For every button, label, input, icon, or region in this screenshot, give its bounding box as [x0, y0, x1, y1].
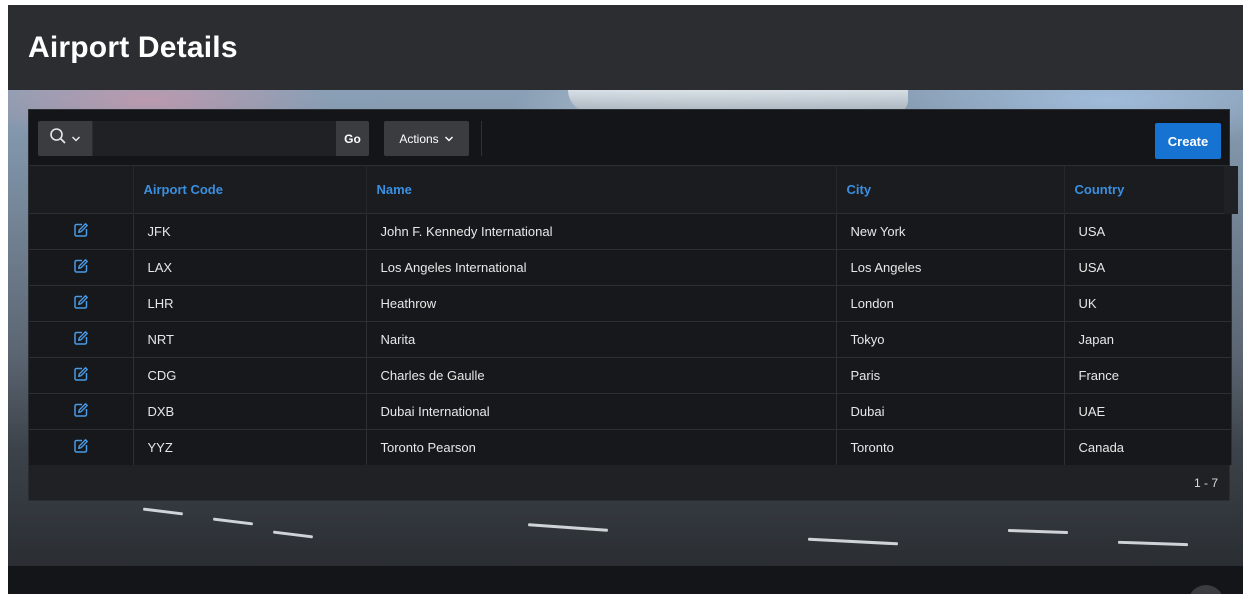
- cell-country: USA: [1064, 212, 1232, 249]
- cell-country: Japan: [1064, 320, 1232, 357]
- cell-city: Los Angeles: [836, 248, 1065, 285]
- actions-label: Actions: [399, 131, 439, 146]
- chevron-down-icon: [444, 132, 454, 146]
- create-button[interactable]: Create: [1155, 123, 1221, 159]
- page-title: Airport Details: [28, 31, 238, 64]
- edit-cell: [29, 356, 134, 393]
- cell-city: Paris: [836, 356, 1065, 393]
- interactive-report: Go Actions Create Airport Code Name City…: [28, 109, 1238, 501]
- table-row: LAX Los Angeles International Los Angeles U…: [29, 248, 1232, 285]
- edit-icon[interactable]: [72, 401, 90, 419]
- cell-city: Dubai: [836, 392, 1065, 429]
- edit-icon[interactable]: [72, 293, 90, 311]
- cell-country: France: [1064, 356, 1232, 393]
- edit-cell: [29, 212, 134, 249]
- cell-airport-code: NRT: [133, 320, 367, 357]
- table-header-row: Airport Code Name City Country: [29, 166, 1238, 213]
- edit-icon[interactable]: [72, 257, 90, 275]
- cell-airport-code: JFK: [133, 212, 367, 249]
- cell-name: Heathrow: [366, 284, 837, 321]
- actions-menu-button[interactable]: Actions: [384, 121, 469, 156]
- cell-airport-code: LHR: [133, 284, 367, 321]
- table-row: JFK John F. Kennedy International New York…: [29, 212, 1232, 249]
- cell-city: New York: [836, 212, 1065, 249]
- cell-country: UK: [1064, 284, 1232, 321]
- cell-name: Los Angeles International: [366, 248, 837, 285]
- cell-country: USA: [1064, 248, 1232, 285]
- report-toolbar: Go Actions Create: [29, 110, 1229, 166]
- cell-name: Dubai International: [366, 392, 837, 429]
- edit-icon[interactable]: [72, 437, 90, 455]
- edit-icon[interactable]: [72, 365, 90, 383]
- edit-cell: [29, 284, 134, 321]
- cell-name: Narita: [366, 320, 837, 357]
- cell-city: London: [836, 284, 1065, 321]
- search-column-toggle[interactable]: [38, 121, 93, 156]
- runway-marking: [1007, 528, 1069, 535]
- runway-marking: [212, 517, 254, 526]
- chevron-down-icon: [71, 130, 81, 148]
- title-bar: Airport Details: [8, 5, 1243, 90]
- edit-cell: [29, 428, 134, 465]
- app-frame: Airport Details Go Actions Create Airpor…: [8, 5, 1243, 594]
- runway-marking: [272, 530, 314, 539]
- toolbar-divider: [481, 121, 482, 156]
- table-row: YYZ Toronto Pearson Toronto Canada: [29, 428, 1232, 465]
- edit-icon[interactable]: [72, 329, 90, 347]
- search-icon: [49, 127, 67, 150]
- cell-city: Toronto: [836, 428, 1065, 465]
- column-header-country[interactable]: Country: [1064, 166, 1238, 213]
- pagination-range: 1 - 7: [1193, 476, 1218, 490]
- edit-icon[interactable]: [72, 221, 90, 239]
- cell-airport-code: YYZ: [133, 428, 367, 465]
- airport-table: Airport Code Name City Country JFK John F…: [29, 166, 1238, 465]
- runway-marking: [527, 523, 609, 532]
- cell-airport-code: CDG: [133, 356, 367, 393]
- page-footer: [8, 566, 1243, 594]
- column-header-edit: [29, 166, 134, 213]
- cell-airport-code: LAX: [133, 248, 367, 285]
- runway-marking: [142, 507, 184, 516]
- column-header-city[interactable]: City: [836, 166, 1065, 213]
- cell-name: Charles de Gaulle: [366, 356, 837, 393]
- edit-cell: [29, 392, 134, 429]
- edit-cell: [29, 248, 134, 285]
- table-row: DXB Dubai International Dubai UAE: [29, 392, 1232, 429]
- go-button[interactable]: Go: [336, 121, 369, 156]
- cell-name: Toronto Pearson: [366, 428, 837, 465]
- edit-cell: [29, 320, 134, 357]
- table-row: CDG Charles de Gaulle Paris France: [29, 356, 1232, 393]
- search-bar: Go: [38, 121, 369, 156]
- cell-name: John F. Kennedy International: [366, 212, 837, 249]
- search-input[interactable]: [93, 121, 336, 156]
- column-header-airport-code[interactable]: Airport Code: [133, 166, 367, 213]
- cell-country: UAE: [1064, 392, 1232, 429]
- table-row: LHR Heathrow London UK: [29, 284, 1232, 321]
- runway-marking: [807, 537, 899, 546]
- column-header-name[interactable]: Name: [366, 166, 837, 213]
- cell-airport-code: DXB: [133, 392, 367, 429]
- runway-marking: [1117, 540, 1189, 547]
- cell-city: Tokyo: [836, 320, 1065, 357]
- table-row: NRT Narita Tokyo Japan: [29, 320, 1232, 357]
- cell-country: Canada: [1064, 428, 1232, 465]
